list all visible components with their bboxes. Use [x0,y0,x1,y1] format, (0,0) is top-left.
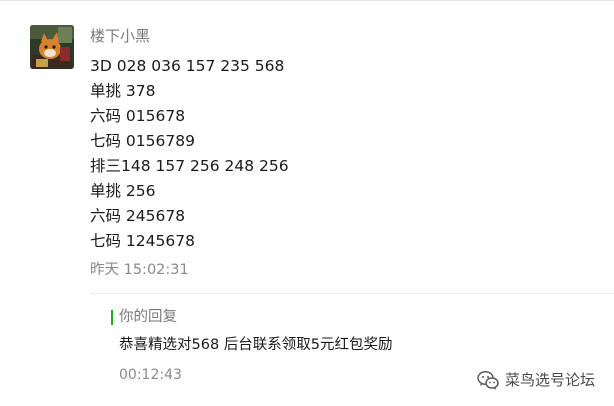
comment-content: 3D 028 036 157 235 568 单挑 378 六码 015678 … [90,54,610,254]
avatar-image [30,25,74,69]
top-divider [0,0,614,1]
comment-line: 单挑 378 [90,82,156,100]
comment-timestamp: 昨天 15:02:31 [90,262,189,278]
comment-line: 六码 245678 [90,207,186,225]
watermark-text: 菜鸟选号论坛 [505,371,596,389]
comment: 楼下小黑 3D 028 036 157 235 568 单挑 378 六码 01… [90,23,610,281]
reply-text: 恭喜精选对568 后台联系领取5元红包奖励 [119,337,393,353]
comment-line: 七码 1245678 [90,232,195,250]
comment-line: 排三148 157 256 248 256 [90,157,289,175]
comment-line: 七码 0156789 [90,132,195,150]
comment-line: 六码 015678 [90,107,186,125]
wechat-icon [477,370,499,390]
reply-label: 你的回复 [119,309,177,325]
author-reply: 你的回复 恭喜精选对568 后台联系领取5元红包奖励 00:12:43 [111,306,591,383]
reply-accent-bar [111,310,113,325]
avatar[interactable] [30,25,74,69]
comment-line: 3D 028 036 157 235 568 [90,57,285,75]
reply-header: 你的回复 [111,306,591,328]
comment-line: 单挑 256 [90,182,156,200]
watermark: 菜鸟选号论坛 [476,367,595,393]
comment-nickname[interactable]: 楼下小黑 [90,23,610,49]
reply-timestamp: 00:12:43 [119,367,182,383]
reply-divider [90,293,614,294]
